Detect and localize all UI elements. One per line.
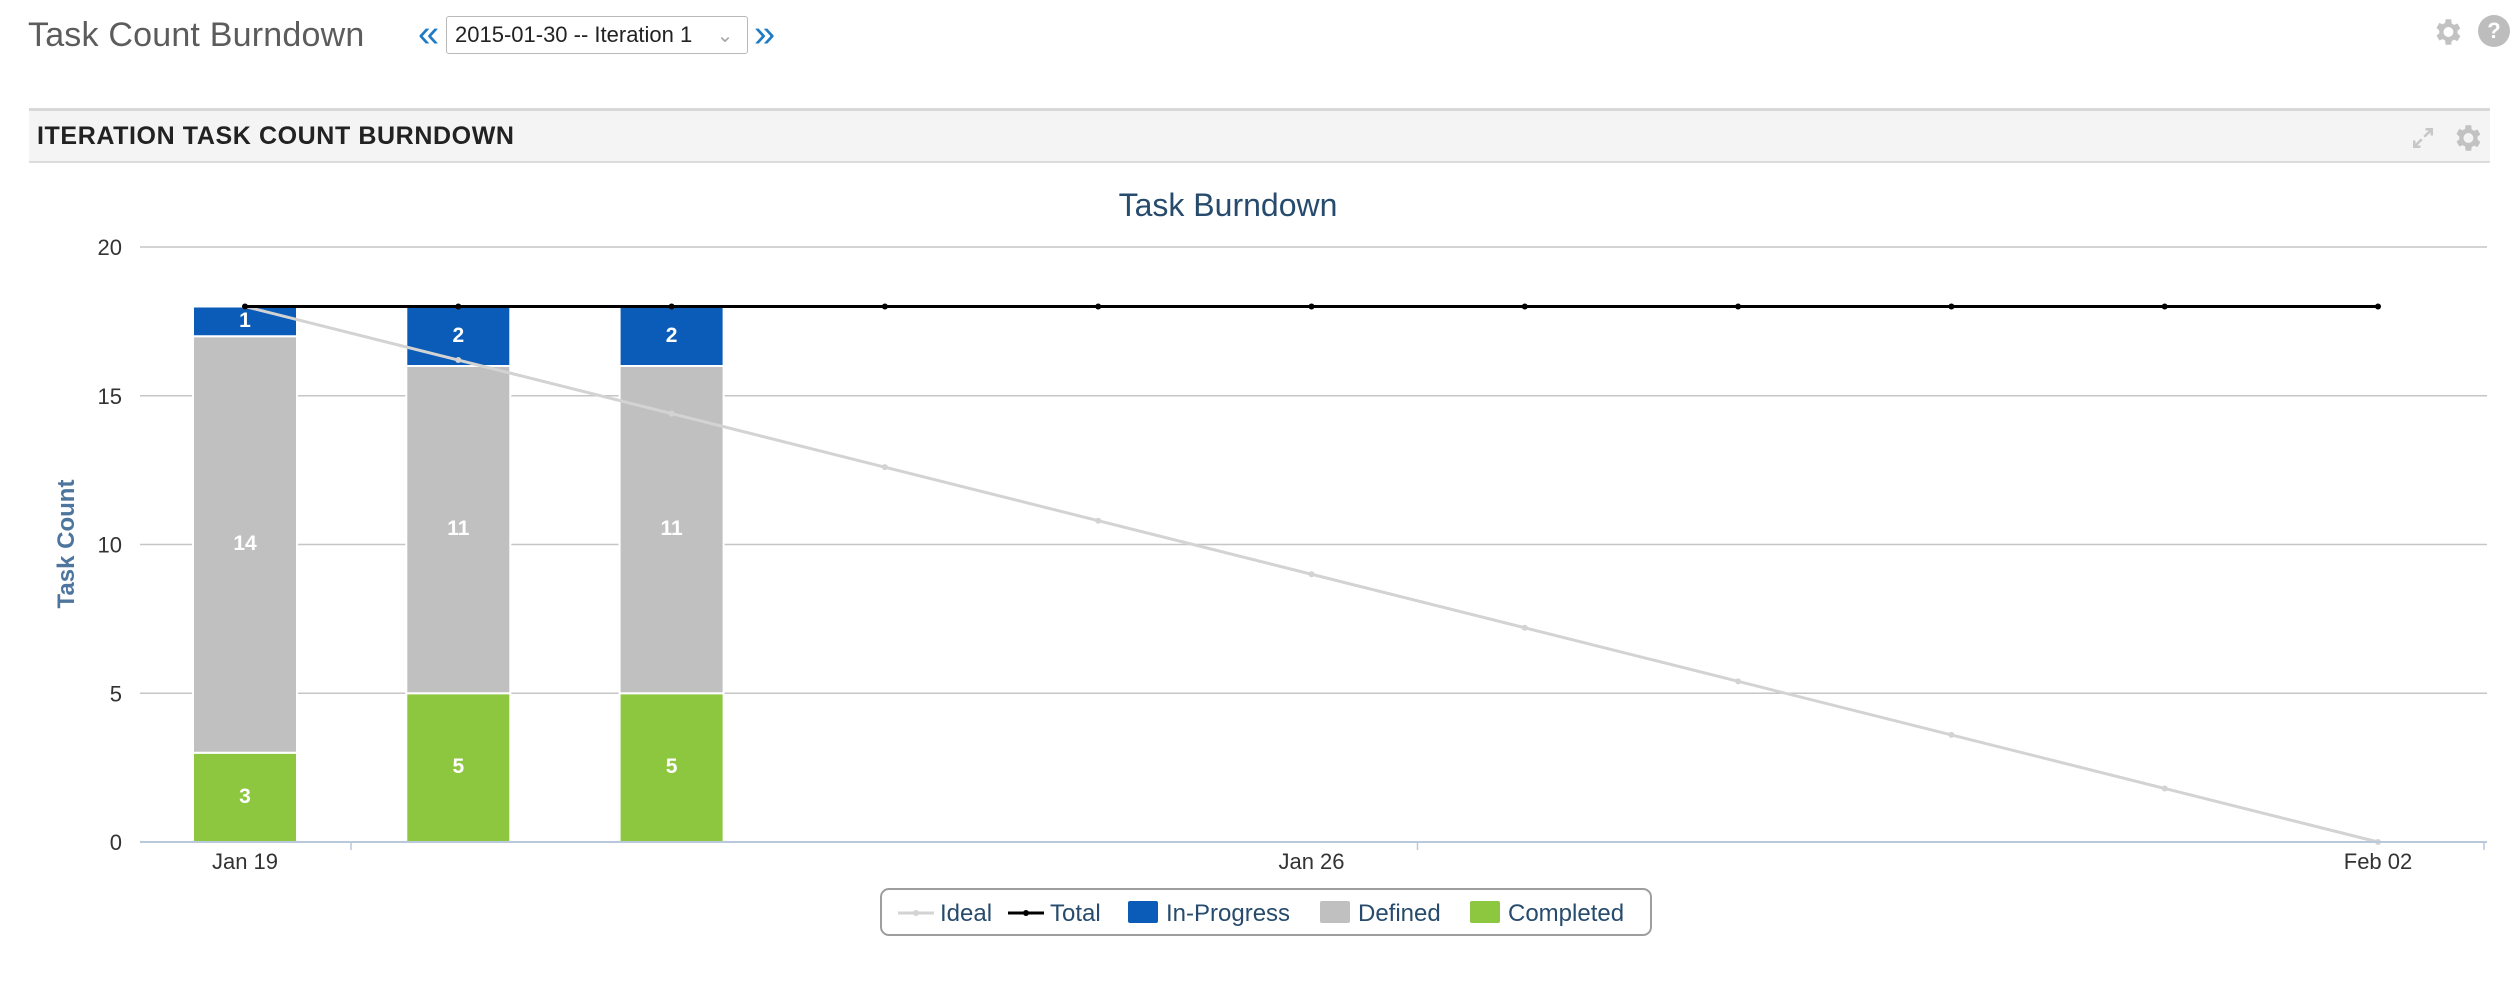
total-point — [455, 303, 462, 310]
completed-legend-swatch — [1470, 901, 1500, 923]
in-progress-data-label: 1 — [239, 309, 251, 332]
in-progress-data-label: 2 — [452, 324, 464, 347]
total-point — [2161, 303, 2168, 310]
defined-data-label: 11 — [660, 517, 683, 540]
y-axis-label: Task Count — [53, 480, 80, 609]
total-point — [1308, 303, 1315, 310]
defined-data-label: 11 — [447, 517, 470, 540]
ideal-point — [1308, 571, 1315, 578]
ideal-point — [455, 357, 462, 364]
completed-data-label: 3 — [239, 785, 251, 808]
ideal-legend-marker — [913, 910, 919, 916]
y-tick-label: 10 — [98, 533, 122, 558]
y-tick-label: 20 — [98, 235, 122, 260]
in-progress-legend-swatch — [1128, 901, 1158, 923]
y-tick-label: 0 — [110, 830, 122, 855]
completed-data-label: 5 — [666, 755, 678, 778]
in-progress-legend-label: In-Progress — [1166, 900, 1290, 927]
ideal-point — [668, 410, 675, 417]
total-point — [1521, 303, 1528, 310]
ideal-point — [1948, 731, 1955, 738]
chart-area: Task Burndown 3 14 1 5 11 2 5 11 2 0 5 10 15 20 Task C… — [29, 163, 2520, 987]
completed-data-label: 5 — [452, 755, 464, 778]
in-progress-data-label: 2 — [666, 324, 678, 347]
task-burndown-chart: Task Burndown314151125112 05101520Task C… — [53, 187, 2487, 936]
total-legend-marker — [1023, 910, 1029, 916]
total-point — [1095, 303, 1102, 310]
chart-legend[interactable]: Ideal Total In-Progress Defined Completed — [880, 888, 1652, 936]
total-point — [1735, 303, 1742, 310]
y-tick-label: 5 — [110, 681, 122, 706]
ideal-point — [1095, 517, 1102, 524]
burndown-panel: ITERATION TASK COUNT BURNDOWN Task Burnd… — [29, 108, 2490, 936]
ideal-point — [2161, 785, 2168, 792]
y-tick-label: 15 — [98, 384, 122, 409]
completed-legend-label: Completed — [1508, 900, 1624, 927]
x-tick-label: Feb 02 — [2344, 849, 2413, 874]
total-point — [2375, 303, 2381, 310]
total-point — [1948, 303, 1955, 310]
total-point — [881, 303, 888, 310]
ideal-legend-label: Ideal — [940, 900, 992, 927]
ideal-point — [1735, 678, 1742, 685]
ideal-point — [881, 464, 888, 471]
defined-legend-swatch — [1320, 901, 1350, 923]
total-legend-label: Total — [1050, 900, 1101, 927]
ideal-point — [1521, 624, 1528, 631]
total-point — [668, 303, 675, 310]
x-tick-label: Jan 19 — [212, 849, 278, 874]
defined-legend-label: Defined — [1358, 900, 1441, 927]
defined-data-label: 14 — [233, 532, 257, 555]
x-tick-label: Jan 26 — [1278, 849, 1344, 874]
chart-title: Task Burndown — [1119, 187, 1338, 223]
